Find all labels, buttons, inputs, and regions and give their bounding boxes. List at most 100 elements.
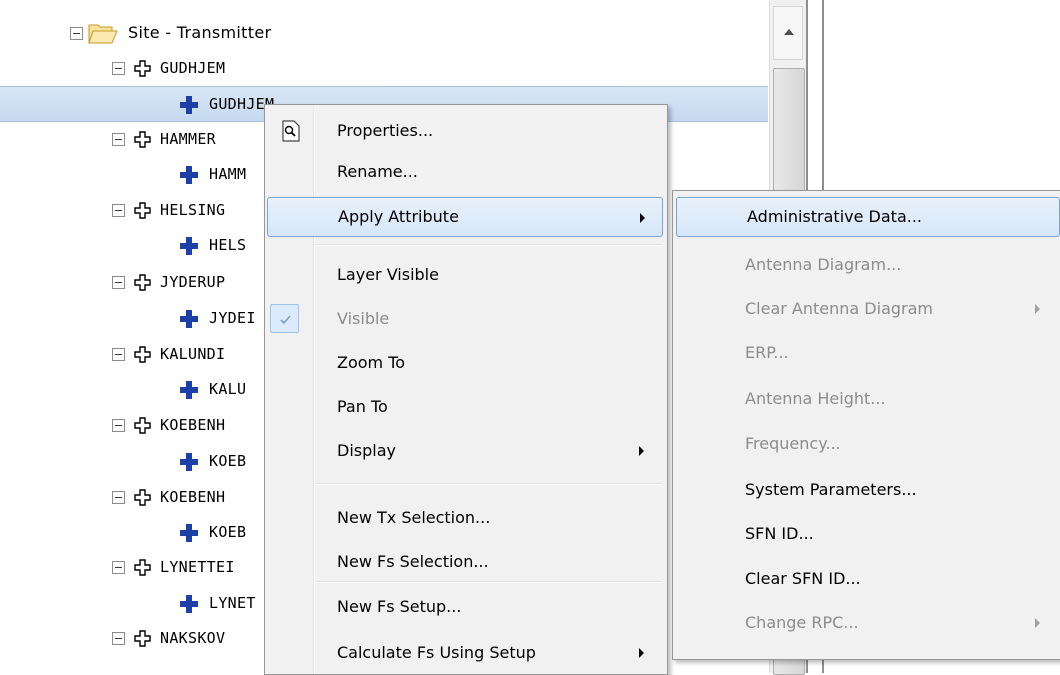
menu-item-label: Properties... <box>337 121 434 140</box>
submenu-item-system-parameters[interactable]: System Parameters... <box>675 470 1057 510</box>
site-label: NAKSKOV <box>160 629 226 647</box>
site-label: JYDERUP <box>160 273 226 291</box>
collapse-icon[interactable] <box>112 561 125 574</box>
transmitter-cross-icon <box>180 310 198 328</box>
tree-root-label: Site - Transmitter <box>128 23 272 42</box>
submenu-item-clear-sfn-id[interactable]: Clear SFN ID... <box>675 559 1057 599</box>
site-cross-icon <box>134 559 151 576</box>
menu-item-label: New Fs Selection... <box>337 552 489 571</box>
transmitter-cross-icon <box>180 237 198 255</box>
menu-item-label: Frequency... <box>745 434 841 453</box>
checkmark-icon <box>270 304 299 333</box>
site-label: KOEBENH <box>160 416 226 434</box>
scroll-up-button[interactable] <box>773 6 803 60</box>
menu-item-label: Administrative Data... <box>747 207 923 226</box>
menu-item-display[interactable]: Display <box>267 431 663 471</box>
transmitter-label: JYDEI <box>209 309 256 327</box>
collapse-icon[interactable] <box>70 27 83 40</box>
collapse-icon[interactable] <box>112 632 125 645</box>
transmitter-label: HELS <box>209 236 247 254</box>
collapse-icon[interactable] <box>112 204 125 217</box>
site-cross-icon <box>134 417 151 434</box>
menu-item-calculate-fs-using-setup[interactable]: Calculate Fs Using Setup <box>267 633 663 673</box>
menu-item-label: New Tx Selection... <box>337 508 491 527</box>
transmitter-label: HAMM <box>209 165 247 183</box>
menu-item-label: SFN ID... <box>745 524 814 543</box>
menu-item-label: Change RPC... <box>745 613 859 632</box>
transmitter-cross-icon <box>180 381 198 399</box>
transmitter-cross-icon <box>180 595 198 613</box>
site-label: KALUNDI <box>160 345 226 363</box>
submenu-arrow-icon <box>639 446 644 456</box>
menu-item-label: Visible <box>337 309 390 328</box>
site-cross-icon <box>134 202 151 219</box>
site-label: KOEBENH <box>160 488 226 506</box>
transmitter-cross-icon <box>180 166 198 184</box>
collapse-icon[interactable] <box>112 491 125 504</box>
site-cross-icon <box>134 630 151 647</box>
menu-item-label: Rename... <box>337 162 418 181</box>
site-cross-icon <box>134 274 151 291</box>
site-cross-icon <box>134 489 151 506</box>
menu-item-visible[interactable]: Visible <box>267 299 663 339</box>
menu-item-label: Display <box>337 441 396 460</box>
menu-item-zoom-to[interactable]: Zoom To <box>267 343 663 383</box>
menu-item-label: Pan To <box>337 397 388 416</box>
submenu-item-administrative-data[interactable]: Administrative Data... <box>676 197 1060 237</box>
transmitter-label: LYNET <box>209 594 256 612</box>
submenu-arrow-icon <box>639 648 644 658</box>
collapse-icon[interactable] <box>112 276 125 289</box>
menu-item-properties[interactable]: Properties... <box>267 111 663 151</box>
submenu-item-erp[interactable]: ERP... <box>675 333 1057 373</box>
apply-attribute-submenu: Administrative Data... Antenna Diagram..… <box>672 190 1060 660</box>
transmitter-label: KALU <box>209 380 247 398</box>
collapse-icon[interactable] <box>112 348 125 361</box>
site-label: HAMMER <box>160 130 216 148</box>
tree-root-row[interactable]: Site - Transmitter <box>0 16 770 50</box>
site-label: HELSING <box>160 201 226 219</box>
transmitter-label: KOEB <box>209 523 247 541</box>
menu-separator <box>317 483 662 485</box>
site-label: GUDHJEM <box>160 59 226 77</box>
menu-item-label: Clear SFN ID... <box>745 569 861 588</box>
menu-item-label: Calculate Fs Using Setup <box>337 643 536 662</box>
submenu-item-sfn-id[interactable]: SFN ID... <box>675 514 1057 554</box>
site-row[interactable]: GUDHJEM <box>0 51 770 85</box>
transmitter-label: KOEB <box>209 452 247 470</box>
site-label: LYNETTEI <box>160 558 235 576</box>
submenu-item-antenna-height[interactable]: Antenna Height... <box>675 379 1057 419</box>
collapse-icon[interactable] <box>112 133 125 146</box>
transmitter-cross-icon <box>180 524 198 542</box>
collapse-icon[interactable] <box>112 419 125 432</box>
submenu-arrow-icon <box>1035 304 1040 314</box>
submenu-item-antenna-diagram[interactable]: Antenna Diagram... <box>675 245 1057 285</box>
menu-item-new-fs-selection[interactable]: New Fs Selection... <box>267 542 663 582</box>
menu-item-label: Antenna Height... <box>745 389 886 408</box>
menu-item-new-tx-selection[interactable]: New Tx Selection... <box>267 498 663 538</box>
menu-item-layer-visible[interactable]: Layer Visible <box>267 255 663 295</box>
collapse-icon[interactable] <box>112 62 125 75</box>
transmitter-cross-icon <box>180 453 198 471</box>
menu-separator <box>317 244 662 246</box>
folder-open-icon <box>88 24 118 44</box>
menu-item-label: Antenna Diagram... <box>745 255 902 274</box>
menu-separator <box>317 581 662 583</box>
menu-item-label: Clear Antenna Diagram <box>745 299 933 318</box>
submenu-arrow-icon <box>1035 618 1040 628</box>
menu-item-pan-to[interactable]: Pan To <box>267 387 663 427</box>
submenu-item-change-rpc[interactable]: Change RPC... <box>675 603 1057 643</box>
menu-item-label: Zoom To <box>337 353 406 372</box>
menu-item-label: Layer Visible <box>337 265 439 284</box>
transmitter-cross-icon <box>180 96 198 114</box>
menu-item-apply-attribute[interactable]: Apply Attribute <box>267 197 663 237</box>
submenu-item-frequency[interactable]: Frequency... <box>675 424 1057 464</box>
menu-item-label: New Fs Setup... <box>337 597 462 616</box>
menu-item-label: Apply Attribute <box>338 207 459 226</box>
submenu-item-clear-antenna-diagram[interactable]: Clear Antenna Diagram <box>675 289 1057 329</box>
menu-item-new-fs-setup[interactable]: New Fs Setup... <box>267 587 663 627</box>
context-menu: Properties... Rename... Apply Attribute … <box>264 104 668 675</box>
menu-item-rename[interactable]: Rename... <box>267 152 663 192</box>
site-cross-icon <box>134 346 151 363</box>
menu-item-label: System Parameters... <box>745 480 917 499</box>
site-cross-icon <box>134 60 151 77</box>
